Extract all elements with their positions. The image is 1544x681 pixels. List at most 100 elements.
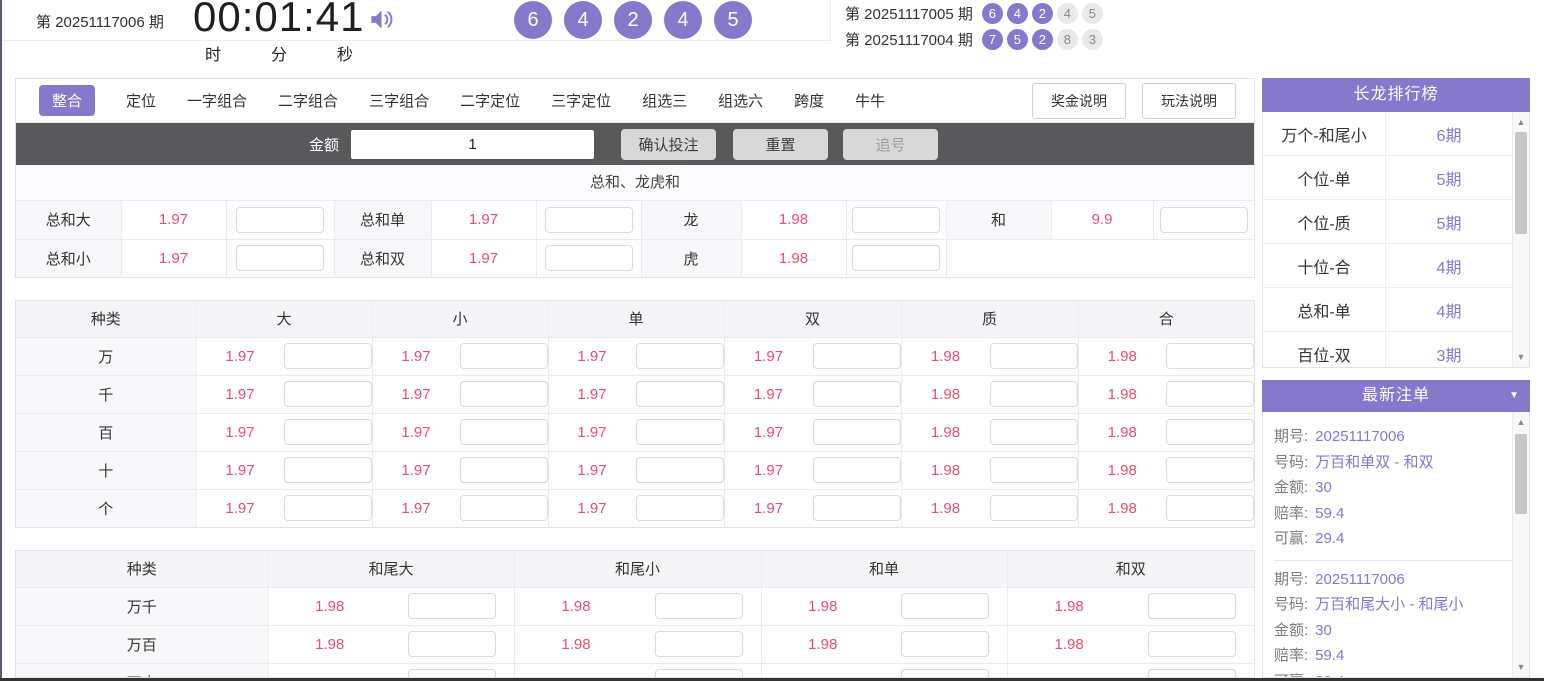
prize-info-button[interactable]: 奖金说明 bbox=[1032, 83, 1126, 119]
bet-amount-input[interactable] bbox=[655, 669, 743, 678]
order-amount-value: 30 bbox=[1315, 622, 1332, 639]
bet-amount-input[interactable] bbox=[460, 457, 548, 483]
bet-amount-input[interactable] bbox=[813, 495, 901, 521]
bet-amount-input[interactable] bbox=[852, 245, 940, 271]
odds-value: 1.97 bbox=[725, 500, 813, 517]
tab-erzi-zuhe[interactable]: 二字组合 bbox=[278, 90, 338, 111]
tab-kuadu[interactable]: 跨度 bbox=[794, 90, 824, 111]
bet-amount-input[interactable] bbox=[901, 593, 989, 619]
bet-amount-input[interactable] bbox=[990, 457, 1078, 483]
bet-amount-input[interactable] bbox=[636, 343, 724, 369]
bet-amount-input[interactable] bbox=[1148, 631, 1236, 657]
bet-amount-input[interactable] bbox=[236, 207, 324, 233]
scroll-down-icon[interactable]: ▼ bbox=[1513, 659, 1529, 675]
bet-amount-input[interactable] bbox=[545, 245, 633, 271]
bet-amount-input[interactable] bbox=[408, 669, 496, 678]
bet-amount-input[interactable] bbox=[990, 495, 1078, 521]
odds-cell: 1.98 bbox=[901, 337, 1078, 375]
odds-cell: 1.98 bbox=[761, 587, 1007, 625]
bet-amount-input[interactable] bbox=[636, 457, 724, 483]
bet-amount-input[interactable] bbox=[813, 381, 901, 407]
bet-amount-input[interactable] bbox=[901, 631, 989, 657]
tab-zuxuan6[interactable]: 组选六 bbox=[718, 90, 763, 111]
bet-amount-input[interactable] bbox=[284, 495, 372, 521]
bet-amount-input[interactable] bbox=[460, 381, 548, 407]
bet-amount-input[interactable] bbox=[1166, 457, 1254, 483]
column-header: 种类 bbox=[16, 551, 268, 587]
history-issue-label: 第 20251117004 期 bbox=[845, 29, 973, 50]
tab-dingwei[interactable]: 定位 bbox=[126, 90, 156, 111]
bet-amount-input[interactable] bbox=[460, 419, 548, 445]
bet-amount-input[interactable] bbox=[636, 419, 724, 445]
bet-amount-input[interactable] bbox=[1166, 343, 1254, 369]
scroll-up-icon[interactable]: ▲ bbox=[1513, 414, 1529, 430]
reset-button[interactable]: 重置 bbox=[733, 129, 828, 160]
bet-amount-input[interactable] bbox=[460, 343, 548, 369]
bet-amount-input[interactable] bbox=[990, 343, 1078, 369]
column-header: 合 bbox=[1078, 301, 1254, 337]
bet-amount-input[interactable] bbox=[990, 381, 1078, 407]
bet-amount-input[interactable] bbox=[636, 381, 724, 407]
bet-amount-input[interactable] bbox=[636, 495, 724, 521]
tab-sanzi-zuhe[interactable]: 三字组合 bbox=[369, 90, 429, 111]
bet-amount-input[interactable] bbox=[284, 419, 372, 445]
tab-sanzi-dingwei[interactable]: 三字定位 bbox=[551, 90, 611, 111]
empty-cell bbox=[946, 239, 1254, 277]
speaker-icon[interactable] bbox=[368, 6, 395, 38]
bet-amount-input[interactable] bbox=[1166, 495, 1254, 521]
bet-amount-input[interactable] bbox=[1166, 419, 1254, 445]
bet-amount-input[interactable] bbox=[284, 457, 372, 483]
scroll-up-icon[interactable]: ▲ bbox=[1513, 114, 1529, 130]
bet-amount-input[interactable] bbox=[408, 593, 496, 619]
dragon-scrollbar[interactable]: ▲ ▼ bbox=[1512, 112, 1529, 367]
order-amount-value: 30 bbox=[1315, 479, 1332, 496]
bet-amount-input[interactable] bbox=[236, 245, 324, 271]
sum-dragon-tiger-table: 总和大 1.97 总和单 1.97 龙 1.98 和 9.9 总和小 1.97 … bbox=[16, 201, 1254, 277]
chevron-down-icon[interactable]: ▼ bbox=[1509, 380, 1520, 412]
odds-value: 1.97 bbox=[121, 201, 226, 239]
unit-second: 秒 bbox=[337, 41, 353, 65]
bet-amount-input[interactable] bbox=[1160, 207, 1248, 233]
odds-cell: 1.97 bbox=[372, 337, 548, 375]
odds-cell: 1.98 bbox=[514, 625, 761, 663]
bet-amount-input[interactable] bbox=[655, 593, 743, 619]
confirm-bet-button[interactable]: 确认投注 bbox=[621, 129, 716, 160]
play-info-button[interactable]: 玩法说明 bbox=[1142, 83, 1236, 119]
bet-amount-input[interactable] bbox=[813, 343, 901, 369]
amount-input[interactable] bbox=[351, 130, 594, 159]
bet-amount-input[interactable] bbox=[408, 631, 496, 657]
column-header: 和尾大 bbox=[268, 551, 514, 587]
dragon-panel-body: 万个-和尾小 6期 个位-单 5期 个位-质 5期 十位-合 4期 总和-单 4… bbox=[1262, 112, 1530, 368]
bet-input-cell bbox=[536, 239, 641, 277]
bet-amount-input[interactable] bbox=[990, 419, 1078, 445]
scroll-thumb[interactable] bbox=[1515, 132, 1527, 234]
bet-amount-input[interactable] bbox=[545, 207, 633, 233]
history-ball: 3 bbox=[1082, 29, 1103, 50]
bet-amount-input[interactable] bbox=[813, 457, 901, 483]
tab-zuxuan3[interactable]: 组选三 bbox=[642, 90, 687, 111]
odds-cell: 1.97 bbox=[548, 337, 724, 375]
odds-value: 1.98 bbox=[902, 386, 990, 403]
order-odds-label: 赔率: bbox=[1274, 647, 1308, 664]
tab-yizi-zuhe[interactable]: 一字组合 bbox=[187, 90, 247, 111]
chase-number-button[interactable]: 追号 bbox=[843, 129, 938, 160]
bet-amount-input[interactable] bbox=[284, 381, 372, 407]
bet-amount-input[interactable] bbox=[460, 495, 548, 521]
tab-niuniu[interactable]: 牛牛 bbox=[855, 90, 885, 111]
tab-erzi-dingwei[interactable]: 二字定位 bbox=[460, 90, 520, 111]
column-header: 种类 bbox=[16, 301, 196, 337]
orders-scrollbar[interactable]: ▲ ▼ bbox=[1512, 412, 1529, 677]
bet-amount-input[interactable] bbox=[813, 419, 901, 445]
amount-label: 金额 bbox=[309, 134, 339, 155]
scroll-thumb[interactable] bbox=[1515, 434, 1527, 514]
bet-amount-input[interactable] bbox=[284, 343, 372, 369]
bet-amount-input[interactable] bbox=[1148, 593, 1236, 619]
bet-amount-input[interactable] bbox=[1166, 381, 1254, 407]
bet-amount-input[interactable] bbox=[852, 207, 940, 233]
bet-amount-input[interactable] bbox=[901, 669, 989, 678]
bet-amount-input[interactable] bbox=[655, 631, 743, 657]
order-odds-value: 59.4 bbox=[1315, 505, 1344, 522]
bet-amount-input[interactable] bbox=[1148, 669, 1236, 678]
tab-zhenghe[interactable]: 整合 bbox=[39, 85, 95, 116]
scroll-down-icon[interactable]: ▼ bbox=[1513, 349, 1529, 365]
